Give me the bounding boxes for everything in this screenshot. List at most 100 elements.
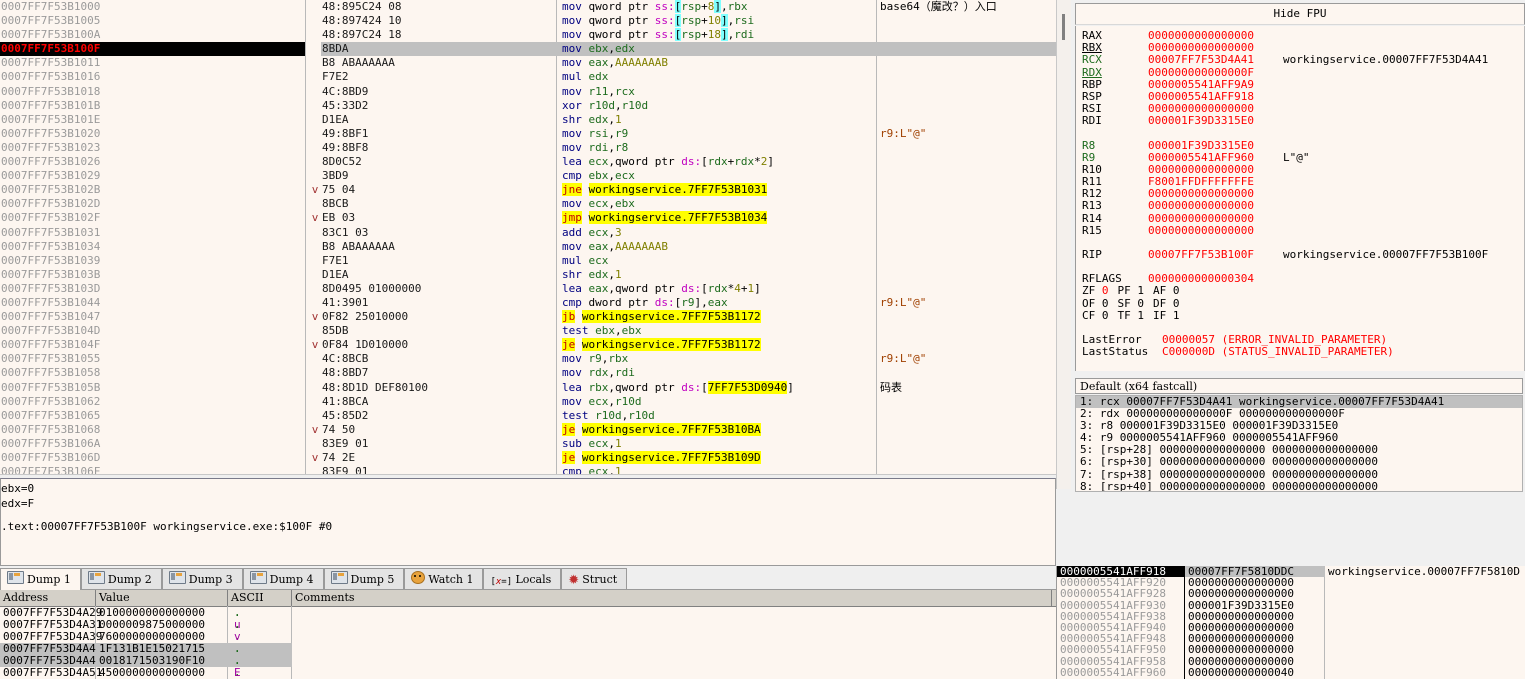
disasm-row[interactable]: 0007FF7F53B1026 8D0C52 lea ecx,qword ptr d… bbox=[0, 155, 1056, 169]
tab-dump-5[interactable]: Dump 5 bbox=[323, 568, 405, 589]
laststatus-value[interactable]: C000000D (STATUS_INVALID_PARAMETER) bbox=[1162, 345, 1394, 358]
flag-sf[interactable]: SF 0 bbox=[1118, 297, 1154, 310]
register-value[interactable]: 000001F39D3315E0 bbox=[1148, 115, 1283, 127]
register-value[interactable]: 0000000000000000 bbox=[1148, 188, 1283, 200]
disasm-instruction[interactable]: mov r9,rbx bbox=[556, 352, 876, 366]
stack-value[interactable]: 000001F39D3315E0 bbox=[1185, 600, 1325, 611]
disasm-address[interactable]: 0007FF7F53B1065 bbox=[0, 409, 305, 423]
stack-comment[interactable] bbox=[1325, 644, 1525, 655]
disasm-address[interactable]: 0007FF7F53B1011 bbox=[0, 56, 305, 70]
flag-row[interactable]: ZF 0 PF 1 AF 0 bbox=[1082, 285, 1524, 297]
disasm-instruction[interactable]: jmp workingservice.7FF7F53B1034 bbox=[556, 211, 876, 225]
disasm-address[interactable]: 0007FF7F53B101B bbox=[0, 99, 305, 113]
stack-comment[interactable]: workingservice.00007FF7F5810D bbox=[1325, 566, 1525, 577]
disasm-row[interactable]: 0007FF7F53B104F v 0F84 1D010000 je workings… bbox=[0, 338, 1056, 352]
disasm-instruction[interactable]: shr edx,1 bbox=[556, 113, 876, 127]
disasm-address[interactable]: 0007FF7F53B1034 bbox=[0, 240, 305, 254]
dump-col-value[interactable]: Value bbox=[96, 590, 228, 606]
disasm-address[interactable]: 0007FF7F53B100F bbox=[0, 42, 305, 57]
disasm-bytes[interactable]: 41:3901 bbox=[321, 296, 556, 310]
dump-col-comments[interactable]: Comments bbox=[292, 590, 1052, 606]
disasm-bytes[interactable]: 8BDA bbox=[321, 42, 556, 57]
flag-zf[interactable]: ZF 0 bbox=[1082, 285, 1118, 297]
disasm-bytes[interactable]: EB 03 bbox=[321, 211, 556, 225]
tab-locals[interactable]: [x=] Locals bbox=[483, 568, 562, 589]
laststatus-row[interactable]: LastStatus C000000D (STATUS_INVALID_PARAM… bbox=[1082, 346, 1524, 358]
disasm-instruction[interactable]: mul ecx bbox=[556, 254, 876, 268]
flag-tf[interactable]: TF 1 bbox=[1118, 309, 1154, 322]
disasm-address[interactable]: 0007FF7F53B1039 bbox=[0, 254, 305, 268]
fpu-toggle-bar[interactable]: Hide FPU bbox=[1075, 3, 1525, 25]
tab-watch-1[interactable]: Watch 1 bbox=[404, 568, 484, 589]
disasm-comment[interactable] bbox=[876, 254, 1056, 268]
disasm-bytes[interactable]: F7E1 bbox=[321, 254, 556, 268]
flag-value[interactable]: 1 bbox=[1137, 309, 1153, 322]
disasm-address[interactable]: 0007FF7F53B1058 bbox=[0, 366, 305, 380]
disasm-row[interactable]: 0007FF7F53B106A 83E9 01 sub ecx,1 bbox=[0, 437, 1056, 451]
stack-panel[interactable]: 0000005541AFF918 00007FF7F5810DDC workings… bbox=[1056, 566, 1525, 679]
disasm-address[interactable]: 0007FF7F53B103B bbox=[0, 268, 305, 282]
disasm-comment[interactable]: r9:L"@" bbox=[876, 296, 1056, 310]
disasm-instruction[interactable]: test ebx,ebx bbox=[556, 324, 876, 338]
register-value[interactable]: 0000000000000000 bbox=[1148, 224, 1283, 237]
stack-value[interactable]: 0000000000000000 bbox=[1185, 656, 1325, 667]
dump-value[interactable]: 4500000000000000 bbox=[96, 667, 228, 679]
disasm-address[interactable]: 0007FF7F53B1016 bbox=[0, 70, 305, 84]
disasm-comment[interactable] bbox=[876, 226, 1056, 240]
disasm-row[interactable]: 0007FF7F53B1044 41:3901 cmp dword ptr ds:[… bbox=[0, 296, 1056, 310]
disasm-instruction[interactable]: mov r11,rcx bbox=[556, 85, 876, 99]
stack-comment[interactable] bbox=[1325, 611, 1525, 622]
disasm-comment[interactable] bbox=[876, 437, 1056, 451]
disasm-address[interactable]: 0007FF7F53B106D bbox=[0, 451, 305, 465]
disasm-comment[interactable] bbox=[876, 324, 1056, 338]
disasm-instruction[interactable]: cmp dword ptr ds:[r9],eax bbox=[556, 296, 876, 310]
disasm-comment[interactable] bbox=[876, 113, 1056, 127]
stack-comment[interactable] bbox=[1325, 577, 1525, 588]
flag-df[interactable]: DF 0 bbox=[1153, 297, 1189, 310]
disasm-address[interactable]: 0007FF7F53B106F bbox=[0, 465, 305, 474]
disasm-bytes[interactable]: 4C:8BD9 bbox=[321, 85, 556, 99]
disassembly-panel[interactable]: 0007FF7F53B1000 48:895C24 08 mov qword ptr… bbox=[0, 0, 1056, 474]
disasm-address[interactable]: 0007FF7F53B102D bbox=[0, 197, 305, 211]
disasm-instruction[interactable]: je workingservice.7FF7F53B1172 bbox=[556, 338, 876, 352]
disasm-instruction[interactable]: mov qword ptr ss:[rsp+10],rsi bbox=[556, 14, 876, 28]
rflags-value[interactable]: 0000000000000304 bbox=[1148, 273, 1283, 285]
disasm-row[interactable]: 0007FF7F53B101B 45:33D2 xor r10d,r10d bbox=[0, 99, 1056, 113]
stack-address[interactable]: 0000005541AFF958 bbox=[1057, 656, 1185, 667]
argument-row[interactable]: 8: [rsp+40] 0000000000000000 00000000000… bbox=[1076, 480, 1522, 491]
register-value[interactable]: 0000005541AFF9A9 bbox=[1148, 78, 1283, 91]
stack-address[interactable]: 0000005541AFF930 bbox=[1057, 600, 1185, 611]
dump-tab-bar[interactable]: Dump 1 Dump 2 Dump 3 Dump 4 Dump 5 Watch 1 [x=… bbox=[0, 568, 1056, 590]
disasm-address[interactable]: 0007FF7F53B1047 bbox=[0, 310, 305, 324]
disasm-instruction[interactable]: mov rdx,rdi bbox=[556, 366, 876, 380]
register-value[interactable]: 00007FF7F53D4A41 bbox=[1148, 54, 1283, 66]
disasm-instruction[interactable]: mov rdi,r8 bbox=[556, 141, 876, 155]
stack-comment[interactable] bbox=[1325, 667, 1525, 678]
dump-ascii[interactable]: . . . . . . . E bbox=[228, 667, 292, 679]
disasm-comment[interactable] bbox=[876, 282, 1056, 296]
disasm-bytes[interactable]: 83E9 01 bbox=[321, 437, 556, 451]
stack-row[interactable]: 0000005541AFF958 0000000000000000 bbox=[1057, 656, 1525, 667]
flag-value[interactable]: 0 bbox=[1102, 297, 1118, 310]
disasm-comment[interactable] bbox=[876, 338, 1056, 352]
disasm-row[interactable]: 0007FF7F53B1068 v 74 50 je workingservice.7… bbox=[0, 422, 1056, 437]
disasm-instruction[interactable]: mov ecx,ebx bbox=[556, 197, 876, 211]
disasm-address[interactable]: 0007FF7F53B101E bbox=[0, 113, 305, 127]
disasm-bytes[interactable]: 74 50 bbox=[321, 423, 556, 437]
disasm-address[interactable]: 0007FF7F53B103D bbox=[0, 282, 305, 296]
disasm-bytes[interactable]: 48:8BD7 bbox=[321, 366, 556, 380]
disasm-instruction[interactable]: mov qword ptr ss:[rsp+18],rdi bbox=[556, 28, 876, 42]
disasm-instruction[interactable]: lea ecx,qword ptr ds:[rdx+rdx*2] bbox=[556, 155, 876, 169]
disasm-bytes[interactable]: 83C1 03 bbox=[321, 226, 556, 240]
flag-value[interactable]: 0 bbox=[1102, 309, 1118, 322]
disasm-row[interactable]: 0007FF7F53B1031 83C1 03 add ecx,3 bbox=[0, 226, 1056, 240]
argument-row[interactable]: 6: [rsp+30] 0000000000000000 00000000000… bbox=[1076, 456, 1522, 468]
disasm-row[interactable]: 0007FF7F53B106D v 74 2E je workingservice.7… bbox=[0, 451, 1056, 465]
disasm-row[interactable]: 0007FF7F53B1005 48:897424 10 mov qword ptr… bbox=[0, 14, 1056, 28]
disasm-row[interactable]: 0007FF7F53B103B D1EA shr edx,1 bbox=[0, 268, 1056, 282]
argument-list[interactable]: 1: rcx 00007FF7F53D4A41 workingservice.0… bbox=[1075, 395, 1523, 492]
disasm-bytes[interactable]: 0F82 25010000 bbox=[321, 310, 556, 324]
disasm-bytes[interactable]: F7E2 bbox=[321, 70, 556, 84]
disasm-address[interactable]: 0007FF7F53B100A bbox=[0, 28, 305, 42]
disasm-comment[interactable] bbox=[876, 240, 1056, 254]
